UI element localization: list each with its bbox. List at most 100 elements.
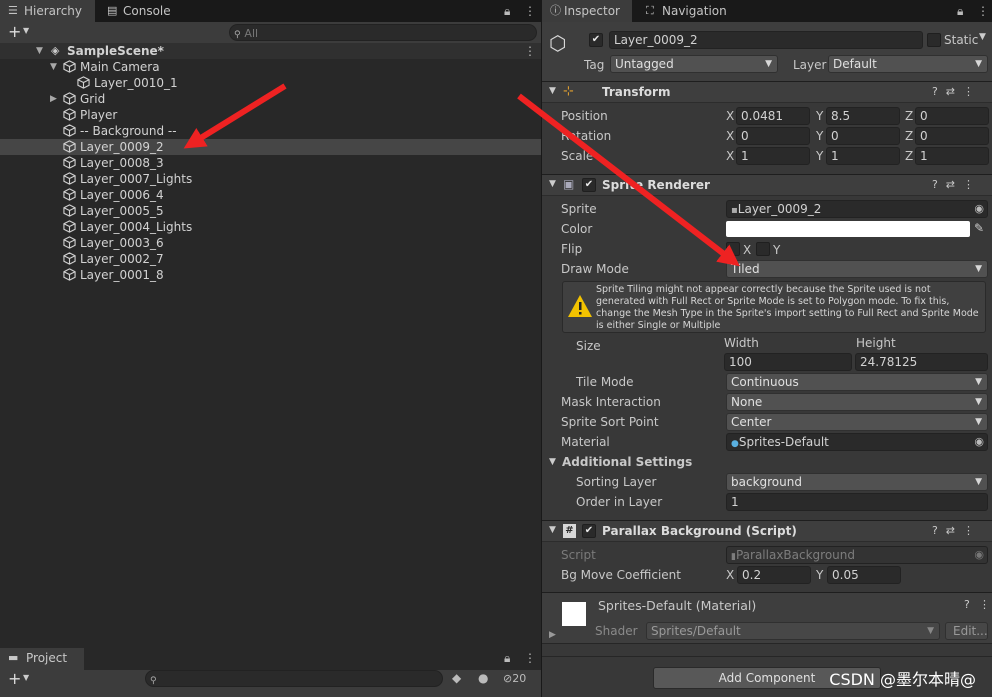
preset-icon[interactable]: ⇄ bbox=[946, 85, 963, 98]
help-icon[interactable]: ? bbox=[932, 178, 946, 191]
component-menu-icon[interactable]: ⋮ bbox=[963, 178, 982, 191]
component-menu-icon[interactable]: ⋮ bbox=[963, 524, 982, 537]
help-icon[interactable]: ? bbox=[932, 85, 946, 98]
hierarchy-item[interactable]: Layer_0001_8 bbox=[0, 267, 541, 283]
material-menu-icon[interactable]: ⋮ bbox=[979, 598, 990, 611]
tab-project[interactable]: ▬ Project bbox=[0, 648, 84, 670]
hierarchy-item[interactable]: -- Background -- bbox=[0, 123, 541, 139]
position-z-input[interactable]: 0 bbox=[915, 107, 989, 125]
rotation-x-input[interactable]: 0 bbox=[736, 127, 810, 145]
project-search-input[interactable]: ⚲ bbox=[145, 670, 443, 687]
console-icon: ▤ bbox=[107, 4, 118, 17]
hierarchy-item[interactable]: Layer_0009_2 bbox=[0, 139, 541, 155]
project-lock-icon[interactable]: 🔒︎ bbox=[504, 651, 510, 666]
hierarchy-item[interactable]: Layer_0010_1 bbox=[0, 75, 541, 91]
warning-line: is either Single or Multiple bbox=[596, 320, 721, 331]
scale-z-input[interactable]: 1 bbox=[915, 147, 989, 165]
hierarchy-item[interactable]: Layer_0003_6 bbox=[0, 235, 541, 251]
static-checkbox[interactable] bbox=[927, 33, 941, 47]
inspector-lock-icon[interactable]: 🔒︎ bbox=[957, 0, 963, 22]
width-input[interactable]: 100 bbox=[724, 353, 852, 371]
help-icon[interactable]: ? bbox=[932, 524, 946, 537]
material-field[interactable]: ●Sprites-Default ◉ bbox=[726, 433, 988, 451]
scale-y-input[interactable]: 1 bbox=[826, 147, 900, 165]
hierarchy-search-input[interactable]: ⚲ All bbox=[229, 24, 537, 41]
hierarchy-item[interactable]: ▶ Grid bbox=[0, 91, 541, 107]
project-add-dropdown-icon[interactable]: ▼ bbox=[23, 673, 29, 682]
scene-menu-icon[interactable]: ⋮ bbox=[524, 43, 536, 59]
add-dropdown-icon[interactable]: ▼ bbox=[23, 26, 29, 35]
tab-inspector[interactable]: ⓘ Inspector bbox=[542, 0, 632, 22]
mask-interaction-dropdown[interactable]: None ▼ bbox=[726, 393, 988, 411]
sort-point-dropdown[interactable]: Center ▼ bbox=[726, 413, 988, 431]
hierarchy-item[interactable]: Layer_0007_Lights bbox=[0, 171, 541, 187]
inspector-more-icon[interactable]: ⋮ bbox=[977, 0, 989, 22]
lock-icon[interactable]: 🔒︎ bbox=[504, 0, 510, 22]
shader-dropdown[interactable]: Sprites/Default ▼ bbox=[646, 622, 940, 640]
component-menu-icon[interactable]: ⋮ bbox=[963, 85, 982, 98]
eyedropper-icon[interactable]: ✎ bbox=[974, 221, 984, 235]
sprite-field[interactable]: ▪Layer_0009_2 ◉ bbox=[726, 200, 988, 218]
fold-closed-icon[interactable]: ▶ bbox=[50, 91, 57, 107]
active-checkbox[interactable]: ✔ bbox=[589, 33, 603, 47]
additional-settings-label[interactable]: Additional Settings bbox=[562, 454, 692, 470]
coef-x-input[interactable]: 0.2 bbox=[737, 566, 811, 584]
more-icon[interactable]: ⋮ bbox=[524, 0, 536, 22]
fold-open-icon[interactable]: ▼ bbox=[50, 59, 57, 75]
sprite-renderer-enabled-checkbox[interactable]: ✔ bbox=[582, 178, 596, 192]
chevron-down-icon: ▼ bbox=[975, 397, 982, 407]
tag-dropdown[interactable]: Untagged ▼ bbox=[610, 55, 778, 73]
project-more-icon[interactable]: ⋮ bbox=[524, 651, 536, 665]
fold-open-icon[interactable]: ▼ bbox=[549, 457, 556, 467]
project-add-icon[interactable]: + bbox=[8, 669, 21, 688]
tab-console[interactable]: ▤ Console bbox=[99, 0, 183, 22]
flip-x-checkbox[interactable] bbox=[726, 242, 740, 256]
preset-icon[interactable]: ⇄ bbox=[946, 178, 963, 191]
rotation-y-input[interactable]: 0 bbox=[826, 127, 900, 145]
parallax-enabled-checkbox[interactable]: ✔ bbox=[582, 524, 596, 538]
object-picker-icon[interactable]: ◉ bbox=[974, 201, 984, 217]
position-x-input[interactable]: 0.0481 bbox=[736, 107, 810, 125]
hierarchy-item[interactable]: Layer_0004_Lights bbox=[0, 219, 541, 235]
sorting-layer-dropdown[interactable]: background ▼ bbox=[726, 473, 988, 491]
coef-y-input[interactable]: 0.05 bbox=[827, 566, 901, 584]
tile-mode-dropdown[interactable]: Continuous ▼ bbox=[726, 373, 988, 391]
object-name-field[interactable]: Layer_0009_2 bbox=[609, 31, 923, 49]
filter-label-icon[interactable]: ● bbox=[478, 671, 488, 685]
flip-y-checkbox[interactable] bbox=[756, 242, 770, 256]
filter-type-icon[interactable]: ◆ bbox=[452, 671, 461, 685]
hierarchy-item[interactable]: Layer_0006_4 bbox=[0, 187, 541, 203]
rotation-z-input[interactable]: 0 bbox=[915, 127, 989, 145]
tab-hierarchy[interactable]: ☰ Hierarchy bbox=[0, 0, 95, 22]
order-in-layer-input[interactable]: 1 bbox=[726, 493, 988, 511]
height-input[interactable]: 24.78125 bbox=[855, 353, 988, 371]
tab-hierarchy-label: Hierarchy bbox=[24, 4, 83, 18]
transform-header[interactable]: ▼ ⊹ Transform ?⇄⋮ bbox=[542, 81, 992, 103]
layer-dropdown[interactable]: Default ▼ bbox=[828, 55, 988, 73]
warning-text: Sprite Tiling might not appear correctly… bbox=[596, 284, 979, 332]
static-dropdown-icon[interactable]: ▼ bbox=[979, 32, 986, 42]
hierarchy-item[interactable]: Layer_0002_7 bbox=[0, 251, 541, 267]
hierarchy-item-label: Layer_0002_7 bbox=[80, 252, 164, 266]
shader-edit-button[interactable]: Edit... bbox=[945, 622, 988, 640]
help-icon[interactable]: ? bbox=[964, 598, 970, 611]
position-y-input[interactable]: 8.5 bbox=[826, 107, 900, 125]
scene-row[interactable]: ▼ ◈ SampleScene* ⋮ bbox=[0, 43, 541, 59]
scale-x-input[interactable]: 1 bbox=[736, 147, 810, 165]
hidden-count-badge[interactable]: ⊘20 bbox=[503, 672, 526, 685]
fold-closed-icon[interactable]: ▶ bbox=[549, 630, 556, 640]
preset-icon[interactable]: ⇄ bbox=[946, 524, 963, 537]
hierarchy-item[interactable]: ▼ Main Camera bbox=[0, 59, 541, 75]
add-icon[interactable]: + bbox=[8, 23, 21, 41]
project-panel: ▬ Project + ▼ ⚲ ◆ ● ⊘20 🔒︎ ⋮ bbox=[0, 648, 541, 697]
sprite-renderer-header[interactable]: ▼ ▣ ✔ Sprite Renderer ?⇄⋮ bbox=[542, 174, 992, 196]
color-swatch[interactable] bbox=[726, 221, 970, 237]
hierarchy-item[interactable]: Layer_0008_3 bbox=[0, 155, 541, 171]
parallax-header[interactable]: ▼ # ✔ Parallax Background (Script) ?⇄⋮ bbox=[542, 520, 992, 542]
material-value: Sprites-Default bbox=[738, 435, 829, 449]
object-picker-icon[interactable]: ◉ bbox=[974, 434, 984, 450]
draw-mode-dropdown[interactable]: Tiled ▼ bbox=[726, 260, 988, 278]
hierarchy-item[interactable]: Layer_0005_5 bbox=[0, 203, 541, 219]
hierarchy-item[interactable]: Player bbox=[0, 107, 541, 123]
tab-navigation[interactable]: ⛶ Navigation bbox=[638, 0, 738, 22]
